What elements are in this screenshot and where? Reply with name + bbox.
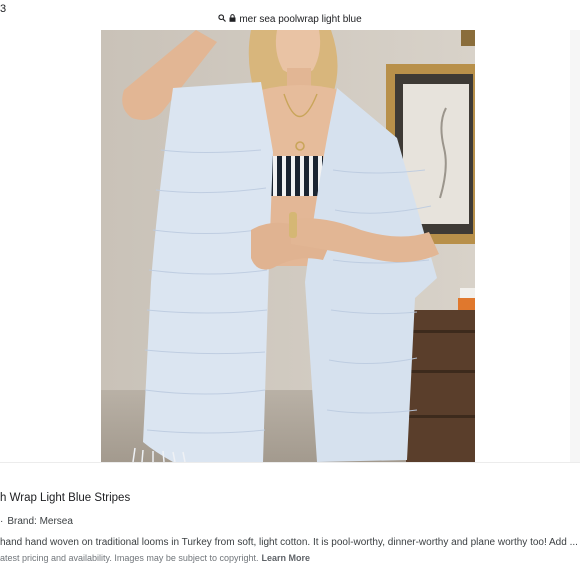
- search-query-text: mer sea poolwrap light blue: [239, 14, 362, 25]
- lock-icon: [229, 13, 236, 27]
- next-image-edge[interactable]: [570, 30, 580, 462]
- product-image[interactable]: [101, 30, 475, 462]
- product-title[interactable]: h Wrap Light Blue Stripes: [0, 492, 130, 504]
- image-viewer: [0, 30, 580, 462]
- brand-line: · Brand: Mersea: [0, 516, 73, 527]
- bullet-separator: ·: [0, 516, 4, 527]
- address-bar[interactable]: mer sea poolwrap light blue: [0, 13, 580, 28]
- brand-label: Brand: Mersea: [7, 516, 73, 527]
- product-description: hand hand woven on traditional looms in …: [0, 537, 578, 548]
- browser-top-bar: 3 mer sea poolwrap light blue: [0, 0, 580, 31]
- learn-more-link[interactable]: Learn More: [261, 553, 310, 563]
- product-info-panel: h Wrap Light Blue Stripes · Brand: Mersea…: [0, 462, 580, 581]
- disclaimer-text: atest pricing and availability. Images m…: [0, 553, 259, 563]
- copyright-disclaimer: atest pricing and availability. Images m…: [0, 553, 310, 563]
- search-icon: [218, 13, 227, 27]
